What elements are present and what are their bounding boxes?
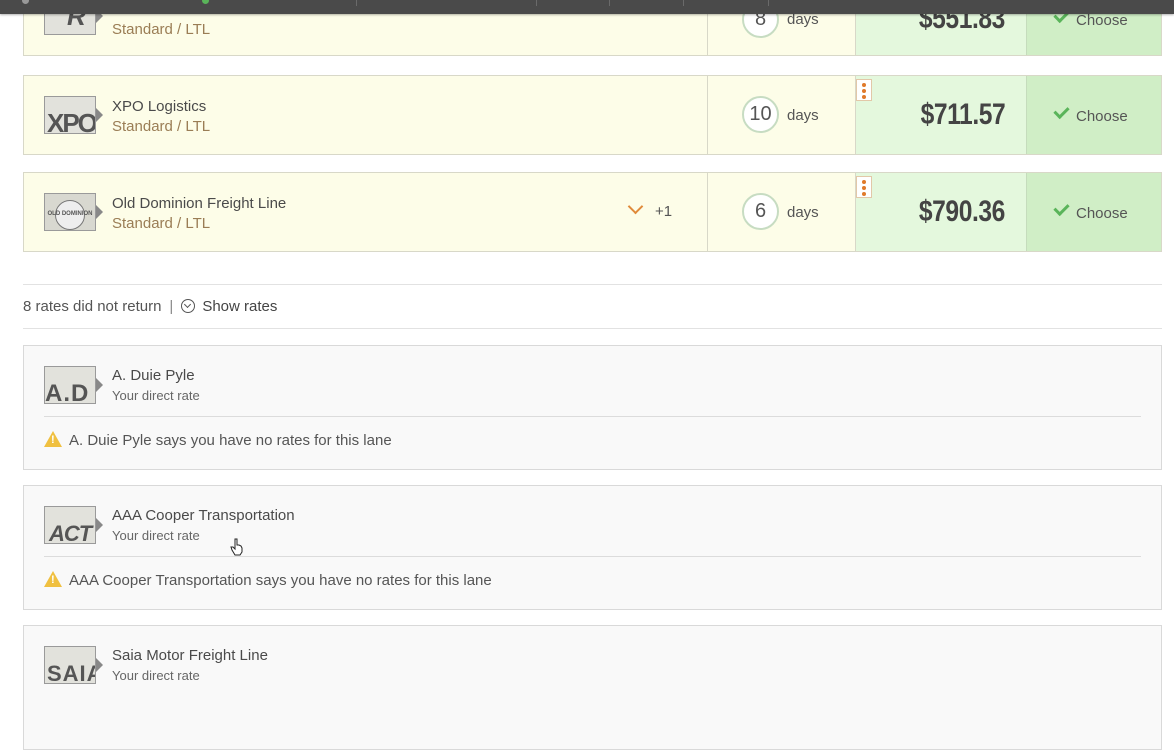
days-label: days — [787, 107, 819, 124]
divider — [44, 556, 1141, 557]
divider — [23, 328, 1162, 329]
service-type: Standard / LTL — [112, 215, 211, 232]
price-cell: $790.36 — [855, 173, 1026, 251]
rate-price: $790.36 — [918, 195, 1005, 228]
nav-status-dot-icon — [202, 0, 209, 4]
rate-type: Your direct rate — [112, 528, 200, 543]
nav-dot-icon — [22, 0, 29, 4]
nav-divider — [356, 0, 357, 6]
carrier-name: Old Dominion Freight Line — [112, 195, 287, 212]
choose-label: Choose — [1076, 12, 1128, 29]
rate-price: $711.57 — [920, 98, 1005, 131]
warning-icon — [44, 431, 62, 447]
expand-count: +1 — [655, 203, 673, 220]
no-rate-message: A. Duie Pyle says you have no rates for … — [44, 429, 392, 449]
no-rate-card: ACT AAA Cooper Transportation Your direc… — [23, 485, 1162, 610]
logo-arrow-icon — [96, 108, 103, 122]
transit-days-cell: 6 days — [707, 173, 855, 251]
service-type: Standard / LTL — [112, 21, 211, 38]
rate-type: Your direct rate — [112, 388, 200, 403]
rate-row: OLD DOMINION Old Dominion Freight Line S… — [23, 172, 1162, 252]
nav-divider — [536, 0, 537, 6]
choose-label: Choose — [1076, 108, 1128, 125]
separator: | — [169, 298, 174, 315]
days-circle: 6 — [742, 193, 779, 230]
choose-button[interactable]: Choose — [1026, 173, 1161, 251]
top-navigation-bar — [0, 0, 1174, 14]
logo-arrow-icon — [96, 658, 103, 672]
transit-days-cell: 10 days — [707, 76, 855, 154]
divider — [44, 416, 1141, 417]
more-info-icon[interactable] — [856, 79, 872, 101]
show-rates-link[interactable]: Show rates — [181, 298, 277, 315]
no-rate-card: A.D A. Duie Pyle Your direct rate A. Dui… — [23, 345, 1162, 470]
days-label: days — [787, 204, 819, 221]
not-returned-text: 8 rates did not return — [23, 298, 162, 315]
carrier-logo: SAIA — [44, 646, 96, 684]
carrier-logo: XPO — [44, 96, 96, 134]
nav-divider — [609, 0, 610, 6]
warning-icon — [44, 571, 62, 587]
rates-not-returned: 8 rates did not return | Show rates — [23, 297, 277, 315]
arrow-down-circle-icon — [181, 299, 196, 313]
more-info-icon[interactable] — [856, 176, 872, 198]
carrier-name: AAA Cooper Transportation — [112, 507, 295, 524]
check-icon — [1053, 199, 1070, 217]
carrier-logo: OLD DOMINION — [44, 193, 96, 231]
no-rate-message: AAA Cooper Transportation says you have … — [44, 569, 492, 589]
service-type: Standard / LTL — [112, 118, 211, 135]
divider — [23, 284, 1162, 285]
carrier-name: XPO Logistics — [112, 98, 207, 115]
rate-row: XPO XPO Logistics Standard / LTL 10 days… — [23, 75, 1162, 155]
chevron-down-icon — [627, 198, 644, 215]
carrier-logo: ACT — [44, 506, 96, 544]
no-rate-card: SAIA Saia Motor Freight Line Your direct… — [23, 625, 1162, 750]
price-cell: $711.57 — [855, 76, 1026, 154]
check-icon — [1053, 102, 1070, 120]
rate-type: Your direct rate — [112, 668, 200, 683]
logo-arrow-icon — [96, 378, 103, 392]
nav-divider — [768, 0, 769, 6]
carrier-logo: A.D — [44, 366, 96, 404]
carrier-name: A. Duie Pyle — [112, 367, 195, 384]
choose-label: Choose — [1076, 205, 1128, 222]
logo-arrow-icon — [96, 205, 103, 219]
hand-cursor-icon — [230, 538, 243, 556]
logo-arrow-icon — [96, 518, 103, 532]
carrier-name: Saia Motor Freight Line — [112, 647, 268, 664]
show-rates-label: Show rates — [202, 298, 278, 315]
nav-divider — [683, 0, 684, 6]
expand-accessorials-button[interactable]: +1 — [627, 198, 673, 220]
choose-button[interactable]: Choose — [1026, 76, 1161, 154]
days-circle: 10 — [742, 96, 779, 133]
